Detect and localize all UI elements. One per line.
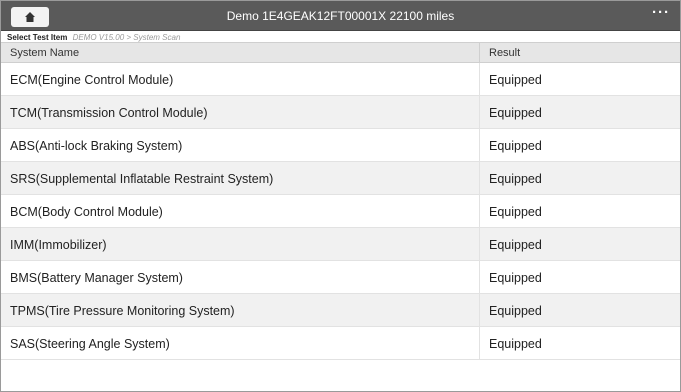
system-name: TPMS(Tire Pressure Monitoring System) [10, 304, 235, 318]
breadcrumb-label: Select Test Item [7, 33, 68, 42]
system-name: ECM(Engine Control Module) [10, 73, 174, 87]
top-bar: Demo 1E4GEAK12FT00001X 22100 miles ··· [1, 1, 680, 31]
column-divider [479, 228, 480, 260]
table-row[interactable]: TCM(Transmission Control Module) Equippe… [1, 96, 680, 129]
system-name: TCM(Transmission Control Module) [10, 106, 208, 120]
system-result: Equipped [489, 172, 542, 186]
system-result: Equipped [489, 205, 542, 219]
column-divider [479, 63, 480, 95]
system-name: BCM(Body Control Module) [10, 205, 163, 219]
column-header-system-name: System Name [10, 47, 80, 59]
column-divider [479, 195, 480, 227]
system-list: ECM(Engine Control Module) Equipped TCM(… [1, 63, 680, 360]
system-name: ABS(Anti-lock Braking System) [10, 139, 183, 153]
table-row[interactable]: ECM(Engine Control Module) Equipped [1, 63, 680, 96]
table-row[interactable]: ABS(Anti-lock Braking System) Equipped [1, 129, 680, 162]
system-result: Equipped [489, 337, 542, 351]
table-row[interactable]: SAS(Steering Angle System) Equipped [1, 327, 680, 360]
system-name: BMS(Battery Manager System) [10, 271, 183, 285]
column-divider [479, 261, 480, 293]
column-divider [479, 129, 480, 161]
page-title: Demo 1E4GEAK12FT00001X 22100 miles [226, 9, 455, 23]
column-header-result: Result [489, 47, 521, 59]
column-divider [479, 96, 480, 128]
table-header: System Name Result [1, 42, 680, 63]
column-divider [479, 327, 480, 359]
table-row[interactable]: TPMS(Tire Pressure Monitoring System) Eq… [1, 294, 680, 327]
column-divider [479, 294, 480, 326]
system-result: Equipped [489, 139, 542, 153]
more-menu-icon[interactable]: ··· [652, 4, 670, 21]
system-name: IMM(Immobilizer) [10, 238, 107, 252]
app-window: Demo 1E4GEAK12FT00001X 22100 miles ··· S… [0, 0, 681, 392]
system-name: SRS(Supplemental Inflatable Restraint Sy… [10, 172, 274, 186]
table-row[interactable]: SRS(Supplemental Inflatable Restraint Sy… [1, 162, 680, 195]
column-divider [479, 162, 480, 194]
table-row[interactable]: BCM(Body Control Module) Equipped [1, 195, 680, 228]
system-result: Equipped [489, 106, 542, 120]
system-name: SAS(Steering Angle System) [10, 337, 170, 351]
table-row[interactable]: IMM(Immobilizer) Equipped [1, 228, 680, 261]
breadcrumb-path: DEMO V15.00 > System Scan [72, 33, 181, 42]
system-result: Equipped [489, 304, 542, 318]
system-result: Equipped [489, 73, 542, 87]
system-result: Equipped [489, 271, 542, 285]
system-result: Equipped [489, 238, 542, 252]
breadcrumb: Select Test Item DEMO V15.00 > System Sc… [7, 33, 180, 42]
column-divider [479, 43, 480, 62]
table-row[interactable]: BMS(Battery Manager System) Equipped [1, 261, 680, 294]
